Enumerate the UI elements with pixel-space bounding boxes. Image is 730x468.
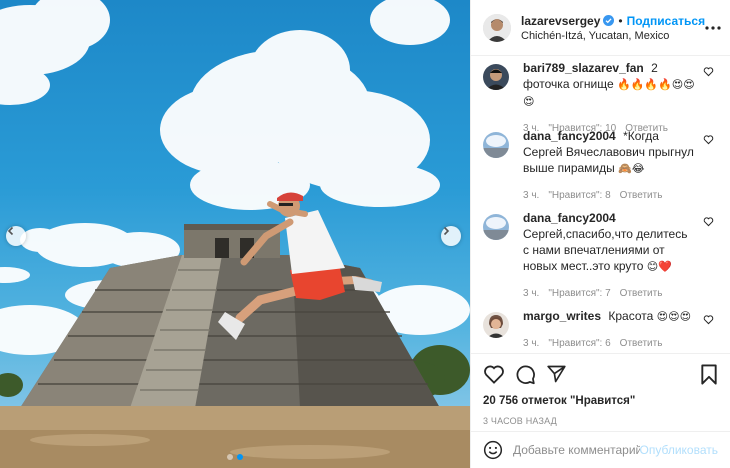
next-slide-button[interactable] — [441, 226, 461, 246]
previous-slide-button[interactable] — [6, 226, 26, 246]
comment-reply-button[interactable]: Ответить — [620, 336, 663, 352]
comment-time[interactable]: 3 ч. — [523, 188, 539, 204]
more-options-button[interactable] — [705, 25, 721, 30]
comment-like-button[interactable] — [703, 314, 714, 328]
post-actions: 20 756 отметок "Нравится" 3 ЧАСОВ НАЗАД — [471, 353, 730, 426]
publish-button[interactable]: Опубликовать — [640, 443, 718, 457]
comment-username[interactable]: dana_fancy2004 — [523, 129, 616, 143]
comment-likes-count[interactable]: "Нравится": 8 — [548, 188, 610, 204]
author-username[interactable]: lazarevsergey — [521, 14, 600, 28]
comment-time[interactable]: 3 ч. — [523, 286, 539, 302]
heart-icon — [703, 315, 714, 325]
comment-input[interactable] — [513, 443, 640, 457]
post-location[interactable]: Chichén-Itzá, Yucatan, Mexico — [521, 30, 705, 42]
commenter-avatar-image — [483, 64, 509, 90]
comment-username[interactable]: bari789_slazarev_fan — [523, 61, 644, 75]
post-timestamp[interactable]: 3 ЧАСОВ НАЗАД — [483, 416, 718, 426]
comment-time[interactable]: 3 ч. — [523, 336, 539, 352]
commenter-avatar-image — [483, 132, 509, 158]
paper-plane-icon — [547, 365, 566, 383]
comment-likes-count[interactable]: "Нравится": 7 — [548, 286, 610, 302]
comment-emoji: 😍😍😍 — [656, 310, 692, 323]
author-avatar-image — [483, 13, 511, 42]
comment-emoji: 🙈😂 — [618, 162, 645, 175]
comment-like-button[interactable] — [703, 134, 714, 148]
emoji-picker-button[interactable] — [483, 440, 503, 460]
heart-icon — [703, 135, 714, 145]
bookmark-icon — [701, 363, 717, 385]
slide-dot — [227, 454, 233, 460]
commenter-avatar[interactable] — [483, 312, 509, 338]
comment-like-button[interactable] — [703, 66, 714, 80]
likes-count[interactable]: 20 756 отметок "Нравится" — [483, 395, 718, 407]
comment-reply-button[interactable]: Ответить — [620, 188, 663, 204]
more-horizontal-icon — [705, 25, 721, 30]
comment-username[interactable]: dana_fancy2004 — [523, 211, 616, 225]
author-avatar[interactable] — [483, 13, 511, 42]
like-button[interactable] — [483, 364, 505, 384]
photo-scene — [0, 0, 470, 468]
header-separator: • — [618, 13, 623, 28]
verified-badge-icon — [603, 15, 615, 26]
follow-button[interactable]: Подписаться — [627, 14, 705, 28]
comment-username[interactable]: margo_writes — [523, 309, 601, 323]
heart-icon — [703, 67, 714, 77]
comment-like-button[interactable] — [703, 216, 714, 230]
comment-text: Красота — [608, 309, 654, 323]
heart-icon — [484, 365, 504, 384]
comment-item: margo_writes Красота 😍😍😍 3 ч. "Нравится"… — [483, 308, 718, 353]
commenter-avatar-image — [483, 214, 509, 240]
chevron-right-icon — [443, 226, 450, 236]
post-photo[interactable] — [0, 0, 470, 468]
commenter-avatar-image — [483, 312, 509, 338]
comment-likes-count[interactable]: "Нравится": 6 — [548, 336, 610, 352]
save-button[interactable] — [700, 363, 718, 385]
commenter-avatar[interactable] — [483, 64, 509, 90]
comment-reply-button[interactable]: Ответить — [620, 286, 663, 302]
slide-dot-active — [237, 454, 243, 460]
post-header: lazarevsergey • Подписаться Chichén-Itzá… — [471, 0, 730, 56]
comment-item: dana_fancy2004 *Когда Сергей Вячеславови… — [483, 128, 718, 210]
comment-icon — [516, 365, 535, 384]
chevron-left-icon — [7, 226, 14, 236]
comment-item: dana_fancy2004 Сергей,спасибо,что делите… — [483, 210, 718, 308]
comment-emoji: 😊❤️ — [646, 260, 672, 273]
comment-composer: Опубликовать — [471, 431, 730, 468]
comments-list[interactable]: bari789_slazarev_fan 2 фоточка огнище 🔥🔥… — [471, 56, 730, 353]
post-side-panel: lazarevsergey • Подписаться Chichén-Itzá… — [470, 0, 730, 468]
emoji-icon — [483, 440, 503, 460]
commenter-avatar[interactable] — [483, 132, 509, 158]
heart-icon — [703, 217, 714, 227]
comment-button[interactable] — [515, 364, 536, 385]
share-button[interactable] — [546, 364, 567, 384]
slide-indicator — [0, 454, 470, 460]
comment-item: bari789_slazarev_fan 2 фоточка огнище 🔥🔥… — [483, 60, 718, 134]
commenter-avatar[interactable] — [483, 214, 509, 240]
